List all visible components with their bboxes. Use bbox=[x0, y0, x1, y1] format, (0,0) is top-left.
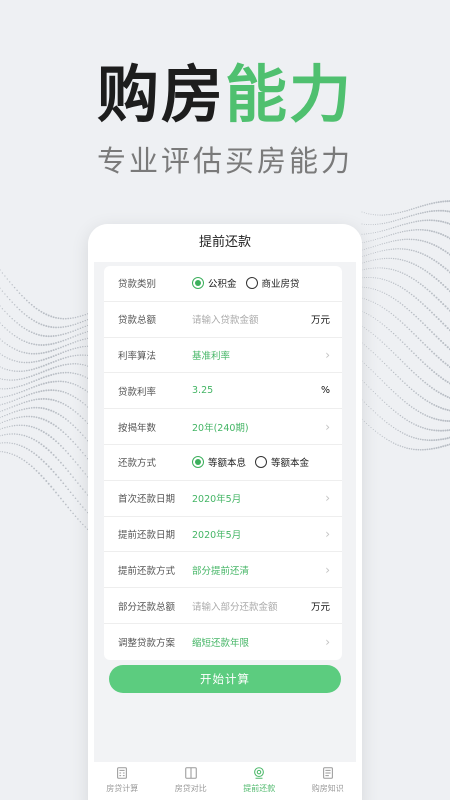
years-value[interactable]: 20年(240期) bbox=[192, 420, 325, 434]
start-calculation-button[interactable]: 开始计算 bbox=[109, 665, 341, 693]
radio-provident-fund[interactable] bbox=[192, 277, 204, 290]
row-prepay-date[interactable]: 提前还款日期 2020年5月 › bbox=[104, 517, 342, 553]
rate-method-value[interactable]: 基准利率 bbox=[192, 348, 325, 362]
label-rate-method: 利率算法 bbox=[118, 350, 157, 362]
first-date-value[interactable]: 2020年5月 bbox=[192, 491, 325, 505]
radio-equal-installment[interactable] bbox=[192, 456, 204, 469]
chevron-right-icon: › bbox=[325, 491, 330, 506]
tab-mortgage-compare[interactable]: 房贷对比 bbox=[157, 762, 226, 800]
hero-title: 购房能力 bbox=[0, 44, 450, 134]
chevron-right-icon: › bbox=[325, 419, 330, 434]
radio-equal-installment-label[interactable]: 等额本息 bbox=[208, 455, 246, 469]
screen-title: 提前还款 bbox=[88, 224, 362, 262]
rate-input[interactable]: 3.25 bbox=[192, 385, 321, 396]
radio-equal-principal-label[interactable]: 等额本金 bbox=[271, 455, 309, 469]
tab-label: 购房知识 bbox=[311, 784, 344, 793]
tab-label: 提前还款 bbox=[243, 784, 276, 793]
row-first-date[interactable]: 首次还款日期 2020年5月 › bbox=[104, 481, 342, 517]
chevron-right-icon: › bbox=[325, 634, 330, 649]
radio-equal-principal[interactable] bbox=[255, 456, 268, 469]
tab-mortgage-calc[interactable]: 房贷计算 bbox=[88, 762, 157, 800]
label-adjust-plan: 调整贷款方案 bbox=[118, 637, 176, 649]
row-adjust-plan[interactable]: 调整贷款方案 缩短还款年限 › bbox=[104, 624, 342, 660]
label-first-date: 首次还款日期 bbox=[118, 494, 176, 506]
row-rate[interactable]: 贷款利率 3.25 % bbox=[104, 373, 342, 410]
prepay-form: 贷款类别 公积金 商业房贷 贷款总额 请输入贷款金额 万元 利率算法 基准利率 … bbox=[104, 266, 342, 660]
radio-commercial-loan[interactable] bbox=[245, 277, 258, 290]
label-years: 按揭年数 bbox=[118, 422, 157, 434]
book-icon bbox=[322, 767, 333, 779]
label-loan-type: 贷款类别 bbox=[118, 279, 157, 291]
hero-title-green: 能力 bbox=[225, 58, 354, 131]
loan-amount-unit: 万元 bbox=[310, 315, 330, 327]
row-prepay-method[interactable]: 提前还款方式 部分提前还清 › bbox=[104, 552, 342, 589]
tab-label: 房贷对比 bbox=[174, 784, 207, 793]
phone-frame: 提前还款 贷款类别 公积金 商业房贷 贷款总额 请输入贷款金额 万元 利率算法 … bbox=[88, 224, 362, 800]
row-years[interactable]: 按揭年数 20年(240期) › bbox=[104, 409, 342, 445]
row-loan-amount[interactable]: 贷款总额 请输入贷款金额 万元 bbox=[104, 302, 342, 338]
partial-amount-input[interactable]: 请输入部分还款金额 bbox=[192, 599, 311, 613]
calculator-icon bbox=[117, 767, 128, 779]
tab-label: 房贷计算 bbox=[106, 784, 139, 793]
label-loan-amount: 贷款总额 bbox=[118, 315, 157, 327]
loan-type-radio-group: 公积金 商业房贷 bbox=[192, 276, 330, 290]
row-partial-amount[interactable]: 部分还款总额 请输入部分还款金额 万元 bbox=[104, 588, 342, 624]
label-partial-amount: 部分还款总额 bbox=[118, 601, 176, 613]
prepay-date-value[interactable]: 2020年5月 bbox=[192, 527, 325, 541]
tab-prepay[interactable]: 提前还款 bbox=[225, 762, 294, 800]
hero-title-dark: 购房 bbox=[96, 58, 225, 131]
adjust-plan-value[interactable]: 缩短还款年限 bbox=[192, 635, 325, 649]
bottom-tab-bar: 房贷计算 房贷对比 提前还款 购房知识 bbox=[88, 762, 362, 800]
row-rate-method[interactable]: 利率算法 基准利率 › bbox=[104, 338, 342, 374]
loan-amount-input[interactable]: 请输入贷款金额 bbox=[192, 312, 311, 326]
row-repay-method: 还款方式 等额本息 等额本金 bbox=[104, 445, 342, 481]
repay-method-radio-group: 等额本息 等额本金 bbox=[192, 455, 330, 469]
label-rate: 贷款利率 bbox=[118, 386, 157, 398]
rate-unit: % bbox=[320, 385, 330, 397]
chevron-right-icon: › bbox=[325, 526, 330, 541]
hero-subtitle: 专业评估买房能力 bbox=[96, 144, 353, 178]
prepay-method-value[interactable]: 部分提前还清 bbox=[192, 563, 325, 577]
radio-provident-fund-label[interactable]: 公积金 bbox=[208, 276, 237, 290]
label-prepay-date: 提前还款日期 bbox=[118, 529, 176, 541]
label-prepay-method: 提前还款方式 bbox=[118, 565, 176, 577]
radio-commercial-loan-label[interactable]: 商业房贷 bbox=[262, 276, 300, 290]
chevron-right-icon: › bbox=[325, 347, 330, 362]
compare-icon bbox=[184, 767, 197, 779]
prepay-icon bbox=[254, 767, 265, 779]
label-repay-method: 还款方式 bbox=[118, 458, 157, 470]
chevron-right-icon: › bbox=[325, 562, 330, 577]
partial-amount-unit: 万元 bbox=[310, 601, 330, 613]
tab-housing-knowledge[interactable]: 购房知识 bbox=[294, 762, 363, 800]
row-loan-type: 贷款类别 公积金 商业房贷 bbox=[104, 266, 342, 302]
